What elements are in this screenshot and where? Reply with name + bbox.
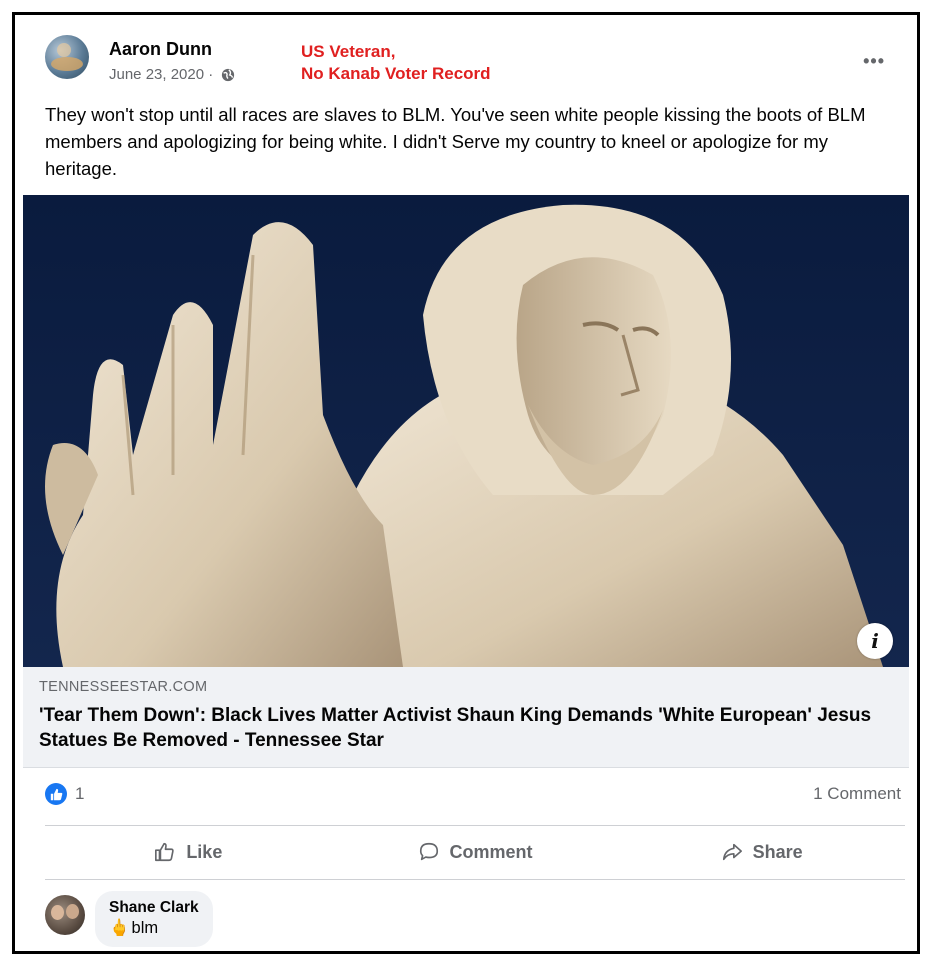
divider-bottom [45,879,905,880]
annotation-line-2: No Kanab Voter Record [301,64,491,83]
comment-count[interactable]: 1 Comment [813,784,901,804]
like-count: 1 [75,784,85,803]
globe-icon [222,68,235,81]
post-meta: June 23, 2020 · [109,66,235,83]
annotation-line-1: US Veteran, [301,42,396,61]
info-button[interactable]: i [857,623,893,659]
like-button[interactable]: Like [45,829,332,875]
post-card: Aaron Dunn June 23, 2020 · US Veteran, N… [23,21,909,947]
link-headline[interactable]: 'Tear Them Down': Black Lives Matter Act… [39,703,889,753]
comment-label: Comment [449,841,533,862]
reaction-summary[interactable]: 1 [45,783,84,805]
author-avatar[interactable] [45,35,89,79]
post-date[interactable]: June 23, 2020 · [109,66,213,83]
share-label: Share [752,841,803,862]
like-reaction-icon [45,783,67,805]
screenshot-frame: Aaron Dunn June 23, 2020 · US Veteran, N… [12,12,920,954]
post-text: They won't stop until all races are slav… [45,104,866,179]
comment-bubble: Shane Clark 🖕 blm [95,891,213,947]
comment-text-row: 🖕 blm [109,919,199,938]
comment-text: blm [131,919,159,937]
thumbs-up-icon [155,842,175,862]
link-preview-image[interactable]: i [23,195,909,667]
commenter-avatar[interactable] [45,895,85,935]
more-options-button[interactable]: ••• [863,51,885,72]
like-label: Like [186,841,223,862]
author-name[interactable]: Aaron Dunn [109,39,212,60]
action-bar: Like Comment Share [45,829,905,875]
statue-image [45,204,883,667]
commenter-name[interactable]: Shane Clark [109,899,199,917]
comment-button[interactable]: Comment [332,829,619,875]
link-domain: TENNESSEESTAR.COM [39,679,208,695]
comment-icon [419,842,438,861]
red-annotation: US Veteran, No Kanab Voter Record [301,41,491,85]
middle-finger-emoji-icon: 🖕 [109,919,130,937]
share-icon [722,843,742,861]
link-preview-box[interactable]: TENNESSEESTAR.COM 'Tear Them Down': Blac… [23,667,909,768]
divider-top [45,825,905,826]
share-button[interactable]: Share [618,829,905,875]
